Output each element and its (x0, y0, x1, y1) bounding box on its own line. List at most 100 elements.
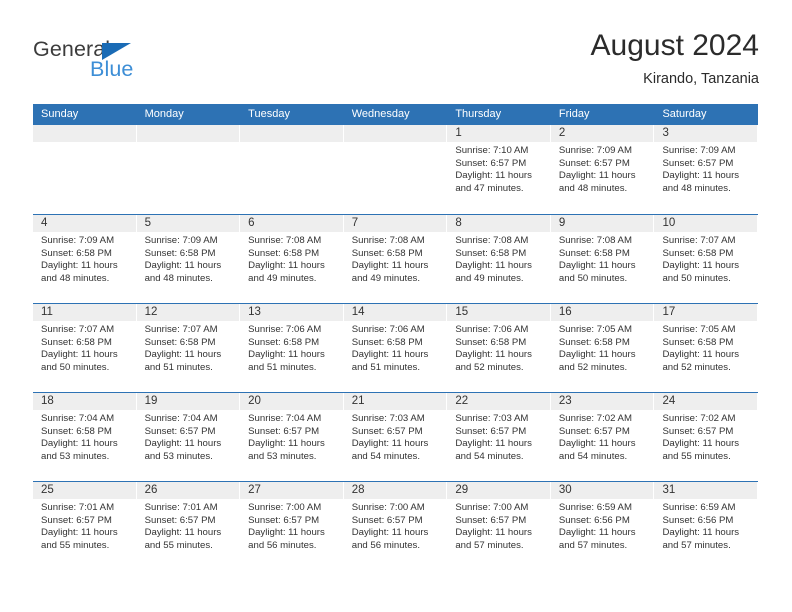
day-number: 28 (351, 484, 365, 496)
day-number-band: 2 (550, 125, 654, 142)
daylight-duration-line2: and 55 minutes. (144, 539, 213, 551)
calendar-day-cell[interactable]: 24 Sunrise: 7:02 AM Sunset: 6:57 PM Dayligh… (654, 393, 759, 481)
sunrise-time: Sunrise: 7:05 AM (662, 324, 736, 335)
day-number-band: 6 (240, 215, 343, 232)
day-number: 3 (662, 127, 669, 139)
day-number: 20 (248, 395, 261, 407)
calendar-day-cell[interactable]: 1 Sunrise: 7:10 AM Sunset: 6:57 PM Daylight… (447, 125, 551, 214)
sunset-time: Sunset: 6:58 PM (144, 336, 216, 348)
day-number-band: 26 (136, 482, 240, 499)
calendar-day-cell[interactable]: 17 Sunrise: 7:05 AM Sunset: 6:58 PM Dayligh… (654, 304, 759, 392)
day-number-band: 7 (343, 215, 447, 232)
day-number: 21 (351, 395, 365, 407)
day-number-band (240, 125, 343, 142)
day-number-band: 11 (33, 304, 136, 321)
sunset-time: Sunset: 6:57 PM (144, 425, 216, 437)
day-sun-info: Sunrise: 7:05 AM Sunset: 6:58 PM Daylight:… (551, 321, 655, 374)
calendar-day-cell-empty[interactable] (136, 125, 241, 214)
sunrise-time: Sunrise: 7:08 AM (455, 235, 529, 246)
daylight-duration-line1: Daylight: 11 hours (144, 527, 222, 539)
day-sun-info: Sunrise: 7:09 AM Sunset: 6:58 PM Daylight:… (137, 232, 241, 285)
sunset-time: Sunset: 6:57 PM (558, 425, 630, 437)
sunrise-time: Sunrise: 7:09 AM (558, 145, 632, 156)
general-blue-logo[interactable]: General Blue (33, 37, 263, 89)
daylight-duration-line1: Daylight: 11 hours (248, 527, 325, 539)
calendar-day-cell[interactable]: 3 Sunrise: 7:09 AM Sunset: 6:57 PM Daylight… (654, 125, 759, 214)
calendar-day-cell[interactable]: 20 Sunrise: 7:04 AM Sunset: 6:57 PM Dayligh… (240, 393, 344, 481)
day-sun-info: Sunrise: 6:59 AM Sunset: 6:56 PM Daylight:… (551, 499, 655, 552)
daylight-duration-line2: and 57 minutes. (455, 539, 524, 551)
daylight-duration-line1: Daylight: 11 hours (662, 260, 740, 272)
day-number: 8 (455, 217, 462, 229)
day-sun-info: Sunrise: 7:04 AM Sunset: 6:58 PM Daylight:… (33, 410, 137, 463)
calendar-day-cell[interactable]: 27 Sunrise: 7:00 AM Sunset: 6:57 PM Dayligh… (240, 482, 344, 570)
calendar-day-cell-empty[interactable] (33, 125, 137, 214)
calendar-day-cell[interactable]: 2 Sunrise: 7:09 AM Sunset: 6:57 PM Daylight… (550, 125, 655, 214)
day-number: 23 (558, 395, 572, 407)
calendar-day-cell-empty[interactable] (240, 125, 344, 214)
day-number: 29 (455, 484, 469, 496)
daylight-duration-line1: Daylight: 11 hours (41, 260, 118, 272)
logo-text-blue: Blue (90, 57, 134, 81)
daylight-duration-line1: Daylight: 11 hours (351, 438, 429, 450)
daylight-duration-line2: and 54 minutes. (351, 450, 421, 462)
calendar-day-cell[interactable]: 21 Sunrise: 7:03 AM Sunset: 6:57 PM Dayligh… (343, 393, 448, 481)
calendar-day-cell[interactable]: 12 Sunrise: 7:07 AM Sunset: 6:58 PM Dayligh… (136, 304, 241, 392)
calendar-day-cell[interactable]: 14 Sunrise: 7:06 AM Sunset: 6:58 PM Dayligh… (343, 304, 448, 392)
daylight-duration-line1: Daylight: 11 hours (248, 349, 325, 361)
sunset-time: Sunset: 6:58 PM (455, 247, 527, 259)
calendar-day-cell[interactable]: 5 Sunrise: 7:09 AM Sunset: 6:58 PM Daylight… (136, 215, 241, 303)
daylight-duration-line2: and 53 minutes. (41, 450, 110, 462)
calendar-day-cell[interactable]: 15 Sunrise: 7:06 AM Sunset: 6:58 PM Dayligh… (447, 304, 551, 392)
calendar-day-cell[interactable]: 6 Sunrise: 7:08 AM Sunset: 6:58 PM Daylight… (240, 215, 344, 303)
sunset-time: Sunset: 6:57 PM (558, 157, 630, 169)
calendar-day-cell[interactable]: 28 Sunrise: 7:00 AM Sunset: 6:57 PM Dayligh… (343, 482, 448, 570)
calendar-day-cell[interactable]: 4 Sunrise: 7:09 AM Sunset: 6:58 PM Daylight… (33, 215, 137, 303)
daylight-duration-line1: Daylight: 11 hours (558, 170, 636, 182)
sunset-time: Sunset: 6:58 PM (248, 247, 320, 259)
day-sun-info: Sunrise: 7:08 AM Sunset: 6:58 PM Daylight:… (551, 232, 655, 285)
calendar-day-cell[interactable]: 31 Sunrise: 6:59 AM Sunset: 6:56 PM Dayligh… (654, 482, 759, 570)
daylight-duration-line2: and 52 minutes. (662, 361, 731, 373)
calendar-day-cell[interactable]: 10 Sunrise: 7:07 AM Sunset: 6:58 PM Dayligh… (654, 215, 759, 303)
weekday-header-tuesday: Tuesday (248, 108, 290, 120)
calendar-day-cell[interactable]: 30 Sunrise: 6:59 AM Sunset: 6:56 PM Dayligh… (550, 482, 655, 570)
calendar-day-cell[interactable]: 25 Sunrise: 7:01 AM Sunset: 6:57 PM Dayligh… (33, 482, 137, 570)
day-number-band: 1 (447, 125, 550, 142)
daylight-duration-line1: Daylight: 11 hours (455, 260, 532, 272)
daylight-duration-line2: and 47 minutes. (455, 182, 524, 194)
sunset-time: Sunset: 6:58 PM (662, 336, 734, 348)
daylight-duration-line1: Daylight: 11 hours (41, 527, 118, 539)
calendar-day-cell-empty[interactable] (343, 125, 448, 214)
calendar-day-cell[interactable]: 7 Sunrise: 7:08 AM Sunset: 6:58 PM Daylight… (343, 215, 448, 303)
day-number-band: 29 (447, 482, 550, 499)
day-number: 12 (144, 306, 158, 318)
calendar-day-cell[interactable]: 29 Sunrise: 7:00 AM Sunset: 6:57 PM Dayligh… (447, 482, 551, 570)
calendar-day-cell[interactable]: 26 Sunrise: 7:01 AM Sunset: 6:57 PM Dayligh… (136, 482, 241, 570)
day-number-band: 27 (240, 482, 343, 499)
sunrise-time: Sunrise: 7:07 AM (662, 235, 736, 246)
calendar-day-cell[interactable]: 9 Sunrise: 7:08 AM Sunset: 6:58 PM Daylight… (550, 215, 655, 303)
sunrise-time: Sunrise: 6:59 AM (662, 502, 736, 513)
day-sun-info: Sunrise: 7:02 AM Sunset: 6:57 PM Daylight:… (551, 410, 655, 463)
calendar-day-cell[interactable]: 19 Sunrise: 7:04 AM Sunset: 6:57 PM Dayligh… (136, 393, 241, 481)
calendar-day-cell[interactable]: 23 Sunrise: 7:02 AM Sunset: 6:57 PM Dayligh… (550, 393, 655, 481)
calendar-day-cell[interactable]: 8 Sunrise: 7:08 AM Sunset: 6:58 PM Daylight… (447, 215, 551, 303)
calendar-day-cell[interactable]: 22 Sunrise: 7:03 AM Sunset: 6:57 PM Dayligh… (447, 393, 551, 481)
calendar-day-cell[interactable]: 13 Sunrise: 7:06 AM Sunset: 6:58 PM Dayligh… (240, 304, 344, 392)
daylight-duration-line2: and 51 minutes. (248, 361, 317, 373)
daylight-duration-line1: Daylight: 11 hours (662, 349, 740, 361)
day-number-band (343, 125, 447, 142)
day-sun-info: Sunrise: 7:06 AM Sunset: 6:58 PM Daylight:… (447, 321, 551, 374)
calendar-grid: Sunday Monday Tuesday Wednesday Thursday… (33, 104, 759, 570)
day-number: 6 (248, 217, 255, 229)
sunset-time: Sunset: 6:56 PM (558, 514, 630, 526)
day-number-band: 18 (33, 393, 136, 410)
daylight-duration-line2: and 51 minutes. (351, 361, 421, 373)
day-number: 13 (248, 306, 261, 318)
calendar-day-cell[interactable]: 16 Sunrise: 7:05 AM Sunset: 6:58 PM Dayligh… (550, 304, 655, 392)
calendar-day-cell[interactable]: 18 Sunrise: 7:04 AM Sunset: 6:58 PM Dayligh… (33, 393, 137, 481)
day-number-band: 23 (550, 393, 654, 410)
calendar-day-cell[interactable]: 11 Sunrise: 7:07 AM Sunset: 6:58 PM Dayligh… (33, 304, 137, 392)
daylight-duration-line1: Daylight: 11 hours (41, 349, 118, 361)
